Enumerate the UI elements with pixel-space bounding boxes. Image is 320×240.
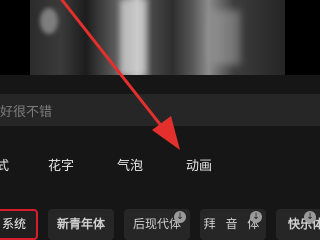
text-input-field[interactable]: 好很不错 (0, 94, 320, 126)
font-chip-kuaile[interactable]: 快乐体 ↓ (276, 209, 320, 240)
download-icon: ↓ (304, 211, 316, 223)
text-input-value: 好很不错 (0, 105, 53, 120)
font-chip-label: 新青年体 (56, 217, 105, 231)
tab-animation[interactable]: 动画 (186, 155, 212, 174)
video-frame (30, 0, 285, 75)
tab-fancy-text[interactable]: 花字 (48, 155, 74, 174)
font-chip-xinqingnian[interactable]: 新青年体 (48, 209, 114, 240)
font-chip-system[interactable]: 系统 (0, 209, 38, 240)
letterbox-left (0, 0, 30, 75)
font-chip-houxiandai[interactable]: 后现代体 ↓ (124, 209, 190, 240)
tab-style[interactable]: 式 (0, 155, 9, 174)
download-icon: ↓ (250, 211, 262, 223)
video-preview (0, 0, 320, 75)
video-detail (210, 10, 240, 65)
style-tabs: 式 花字 气泡 动画 (0, 150, 320, 180)
tab-bubble[interactable]: 气泡 (117, 155, 143, 174)
font-list: 系统 新青年体 后现代体 ↓ 拜 音 体 ↓ 快乐体 ↓ (0, 207, 320, 240)
font-chip-baiyin[interactable]: 拜 音 体 ↓ (200, 209, 266, 240)
text-style-editor: 好很不错 式 花字 气泡 动画 系统 新青年体 后现代体 ↓ 拜 音 体 ↓ 快… (0, 0, 320, 240)
video-detail (40, 8, 58, 34)
video-detail (120, 0, 146, 75)
download-icon: ↓ (174, 211, 186, 223)
font-chip-label: 系统 (1, 217, 26, 231)
letterbox-right (285, 0, 320, 75)
